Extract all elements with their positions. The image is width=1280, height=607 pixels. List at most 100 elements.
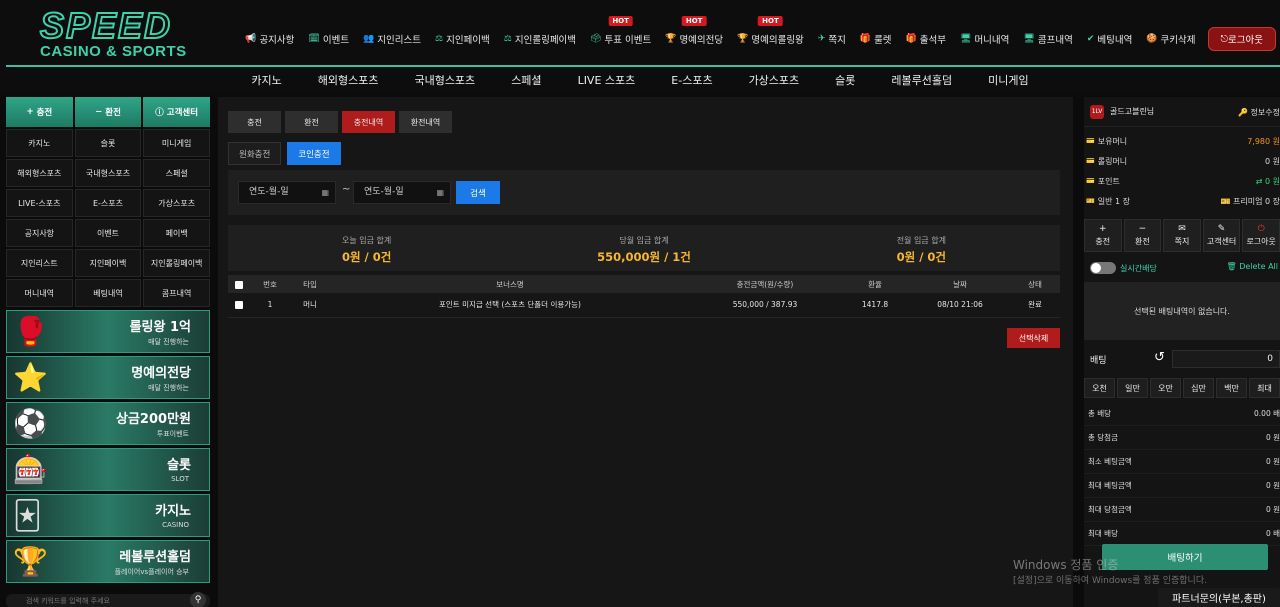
user-action-button[interactable]: ✉ 쪽지 <box>1163 219 1201 252</box>
main-nav-item[interactable]: E-스포츠 <box>653 72 730 88</box>
main-nav-item[interactable]: 가상스포츠 <box>731 72 818 88</box>
top-nav-label: 명예의전당 <box>679 35 724 46</box>
promo-banner[interactable]: 🃏 카지노 CASINO <box>6 494 210 537</box>
empty-slip-message: 선택된 배팅내역이 없습니다. <box>1134 306 1230 316</box>
user-action-button[interactable]: − 환전 <box>1123 219 1162 252</box>
game-menu-button[interactable]: LIVE-스포츠 <box>6 189 73 217</box>
top-nav-item[interactable]: 🗓 이벤트 <box>308 32 349 46</box>
promo-banner[interactable]: ⭐ 명예의전당 매달 진행하는 <box>6 356 210 399</box>
place-bet-button[interactable]: 배팅하기 <box>1102 544 1268 570</box>
live-odds-toggle[interactable] <box>1090 262 1116 274</box>
bet-amount-input[interactable]: 0 <box>1172 350 1280 368</box>
bet-stat-value: 0 원 <box>1265 433 1280 442</box>
select-all-checkbox[interactable] <box>235 280 243 289</box>
game-menu-button[interactable]: 공지사항 <box>6 219 73 247</box>
row-checkbox[interactable] <box>235 301 243 310</box>
game-menu-button[interactable]: 카지노 <box>6 129 73 157</box>
game-menu-button[interactable]: 지인롤링페이백 <box>143 249 210 277</box>
subtab-1[interactable]: 코인충전 <box>287 142 341 165</box>
game-menu-button[interactable]: 지인리스트 <box>6 249 73 277</box>
promo-banner[interactable]: 🎰 슬롯 SLOT <box>6 448 210 491</box>
top-nav-item[interactable]: ✔ 베팅내역 <box>1087 32 1133 46</box>
end-date-input[interactable]: 연도-월-일 ▦ <box>353 181 451 204</box>
game-menu-button[interactable]: 지인페이백 <box>74 249 142 277</box>
game-menu-button[interactable]: 페이백 <box>143 219 210 247</box>
game-menu-button[interactable]: 콤프내역 <box>143 279 210 307</box>
delete-all-button[interactable]: 🗑 Delete All <box>1227 262 1278 271</box>
game-menu-button[interactable]: 이벤트 <box>74 219 142 247</box>
user-action-button[interactable]: ✎ 고객센터 <box>1202 219 1241 252</box>
amount-button[interactable]: 최대 <box>1249 378 1280 398</box>
promo-banner[interactable]: 🏆 레볼루션홀덤 플레이어vs플레이어 승부 <box>6 540 210 583</box>
top-nav-item[interactable]: 🖥 콤프내역 <box>1023 32 1072 46</box>
promo-banner[interactable]: 🥊 롤링왕 1억 매달 진행하는 <box>6 310 210 353</box>
search-button[interactable]: 검색 <box>456 181 500 204</box>
top-nav-item[interactable]: 🎁 룰렛 <box>860 32 892 46</box>
delete-selected-button[interactable]: 선택삭제 <box>1007 328 1060 348</box>
main-nav-item[interactable]: LIVE 스포츠 <box>560 72 654 88</box>
game-menu-button[interactable]: 국내형스포츠 <box>74 159 142 187</box>
game-menu-button[interactable]: 베팅내역 <box>74 279 142 307</box>
quick-button-icon: + <box>26 107 34 117</box>
top-nav-item[interactable]: ✈ 쪽지 <box>818 32 846 46</box>
top-nav-item[interactable]: ⚖ 지인페이백 <box>435 32 490 46</box>
calendar-icon[interactable]: ▦ <box>436 182 444 203</box>
top-nav-item[interactable]: ⚖ 지인롤링페이백 <box>504 32 576 46</box>
partner-inquiry-button[interactable]: 파트너문의(부본,총판) <box>1158 588 1280 607</box>
main-nav-item[interactable]: 국내형스포츠 <box>396 72 493 88</box>
calendar-icon[interactable]: ▦ <box>321 182 329 203</box>
top-nav-item[interactable]: 🏆 명예의전당 HOT <box>665 16 724 46</box>
quick-button[interactable]: ⓘ 고객센터 <box>143 97 211 127</box>
top-nav-item[interactable]: 🖥 머니내역 <box>960 32 1009 46</box>
row-select-cell <box>228 293 250 318</box>
search-input[interactable]: 검색 키워드를 입력해 주세요 ⚲ <box>6 592 210 607</box>
main-nav-item[interactable]: 스페셜 <box>493 72 559 88</box>
banner-title: 카지노 <box>155 504 191 519</box>
tab-1[interactable]: 환전 <box>285 111 338 133</box>
top-nav-item[interactable]: 🏆 명예의롤링왕 HOT <box>737 16 804 46</box>
main-nav-item[interactable]: 슬롯 <box>817 72 873 88</box>
top-nav-item[interactable]: 🗳 투표 이벤트 HOT <box>590 16 651 46</box>
reset-icon[interactable]: ↺ <box>1154 350 1165 365</box>
amount-button[interactable]: 오천 <box>1084 378 1115 398</box>
game-menu-button[interactable]: 해외형스포츠 <box>6 159 73 187</box>
quick-button[interactable]: + 충전 <box>6 97 73 127</box>
game-menu-button[interactable]: 슬롯 <box>74 129 142 157</box>
top-nav-label: 출석부 <box>919 35 946 46</box>
main-nav-item[interactable]: 미니게임 <box>970 72 1046 88</box>
user-action-label: 충전 <box>1095 237 1111 246</box>
amount-button[interactable]: 백만 <box>1216 378 1247 398</box>
user-action-button[interactable]: + 충전 <box>1084 219 1122 252</box>
amount-button[interactable]: 일만 <box>1117 378 1148 398</box>
game-menu-button[interactable]: 머니내역 <box>6 279 73 307</box>
quick-button[interactable]: − 환전 <box>74 97 142 127</box>
top-nav-item[interactable]: 🎁 출석부 <box>906 32 946 46</box>
tab-0[interactable]: 충전 <box>228 111 281 133</box>
amount-button[interactable]: 오만 <box>1150 378 1181 398</box>
edit-profile-link[interactable]: 🔑 정보수정 <box>1238 107 1280 118</box>
tab-3[interactable]: 환전내역 <box>399 111 452 133</box>
top-nav-item[interactable]: 📢 공지사항 <box>245 32 294 46</box>
bet-label: 배팅 <box>1090 355 1107 366</box>
subtab-0[interactable]: 원화충전 <box>228 142 282 165</box>
main-nav-item[interactable]: 카지노 <box>233 72 299 88</box>
main-nav-item[interactable]: 레볼루션홀덤 <box>873 72 970 88</box>
table-row[interactable]: 1 머니 포인트 미지급 선택 (스포츠 단폴더 이용가능) 550,000 / 38… <box>228 293 1060 318</box>
main-nav-item[interactable]: 해외형스포츠 <box>300 72 397 88</box>
tab-2[interactable]: 충전내역 <box>342 111 395 133</box>
top-nav-item[interactable]: 🍪 쿠키삭제 <box>1146 32 1195 46</box>
game-menu-button[interactable]: 미니게임 <box>143 129 210 157</box>
game-menu-button[interactable]: E-스포츠 <box>74 189 142 217</box>
start-date-input[interactable]: 연도-월-일 ▦ <box>238 181 336 204</box>
amount-button[interactable]: 십만 <box>1183 378 1214 398</box>
logout-icon: ⎋ <box>1220 33 1229 45</box>
summary-label: 전월 입금 합계 <box>896 236 946 245</box>
top-nav-item[interactable]: 👥 지인리스트 <box>363 32 421 46</box>
game-menu-button[interactable]: 스페셜 <box>143 159 210 187</box>
site-logo[interactable]: SPEED CASINO & SPORTS <box>39 7 190 62</box>
game-menu-button[interactable]: 가상스포츠 <box>143 189 210 217</box>
user-action-button[interactable]: ⏻ 로그아웃 <box>1242 219 1280 252</box>
search-icon[interactable]: ⚲ <box>190 592 206 607</box>
promo-banner[interactable]: ⚽ 상금200만원 투표이벤트 <box>6 402 210 445</box>
logout-button[interactable]: ⎋ 로그아웃 <box>1207 27 1276 51</box>
